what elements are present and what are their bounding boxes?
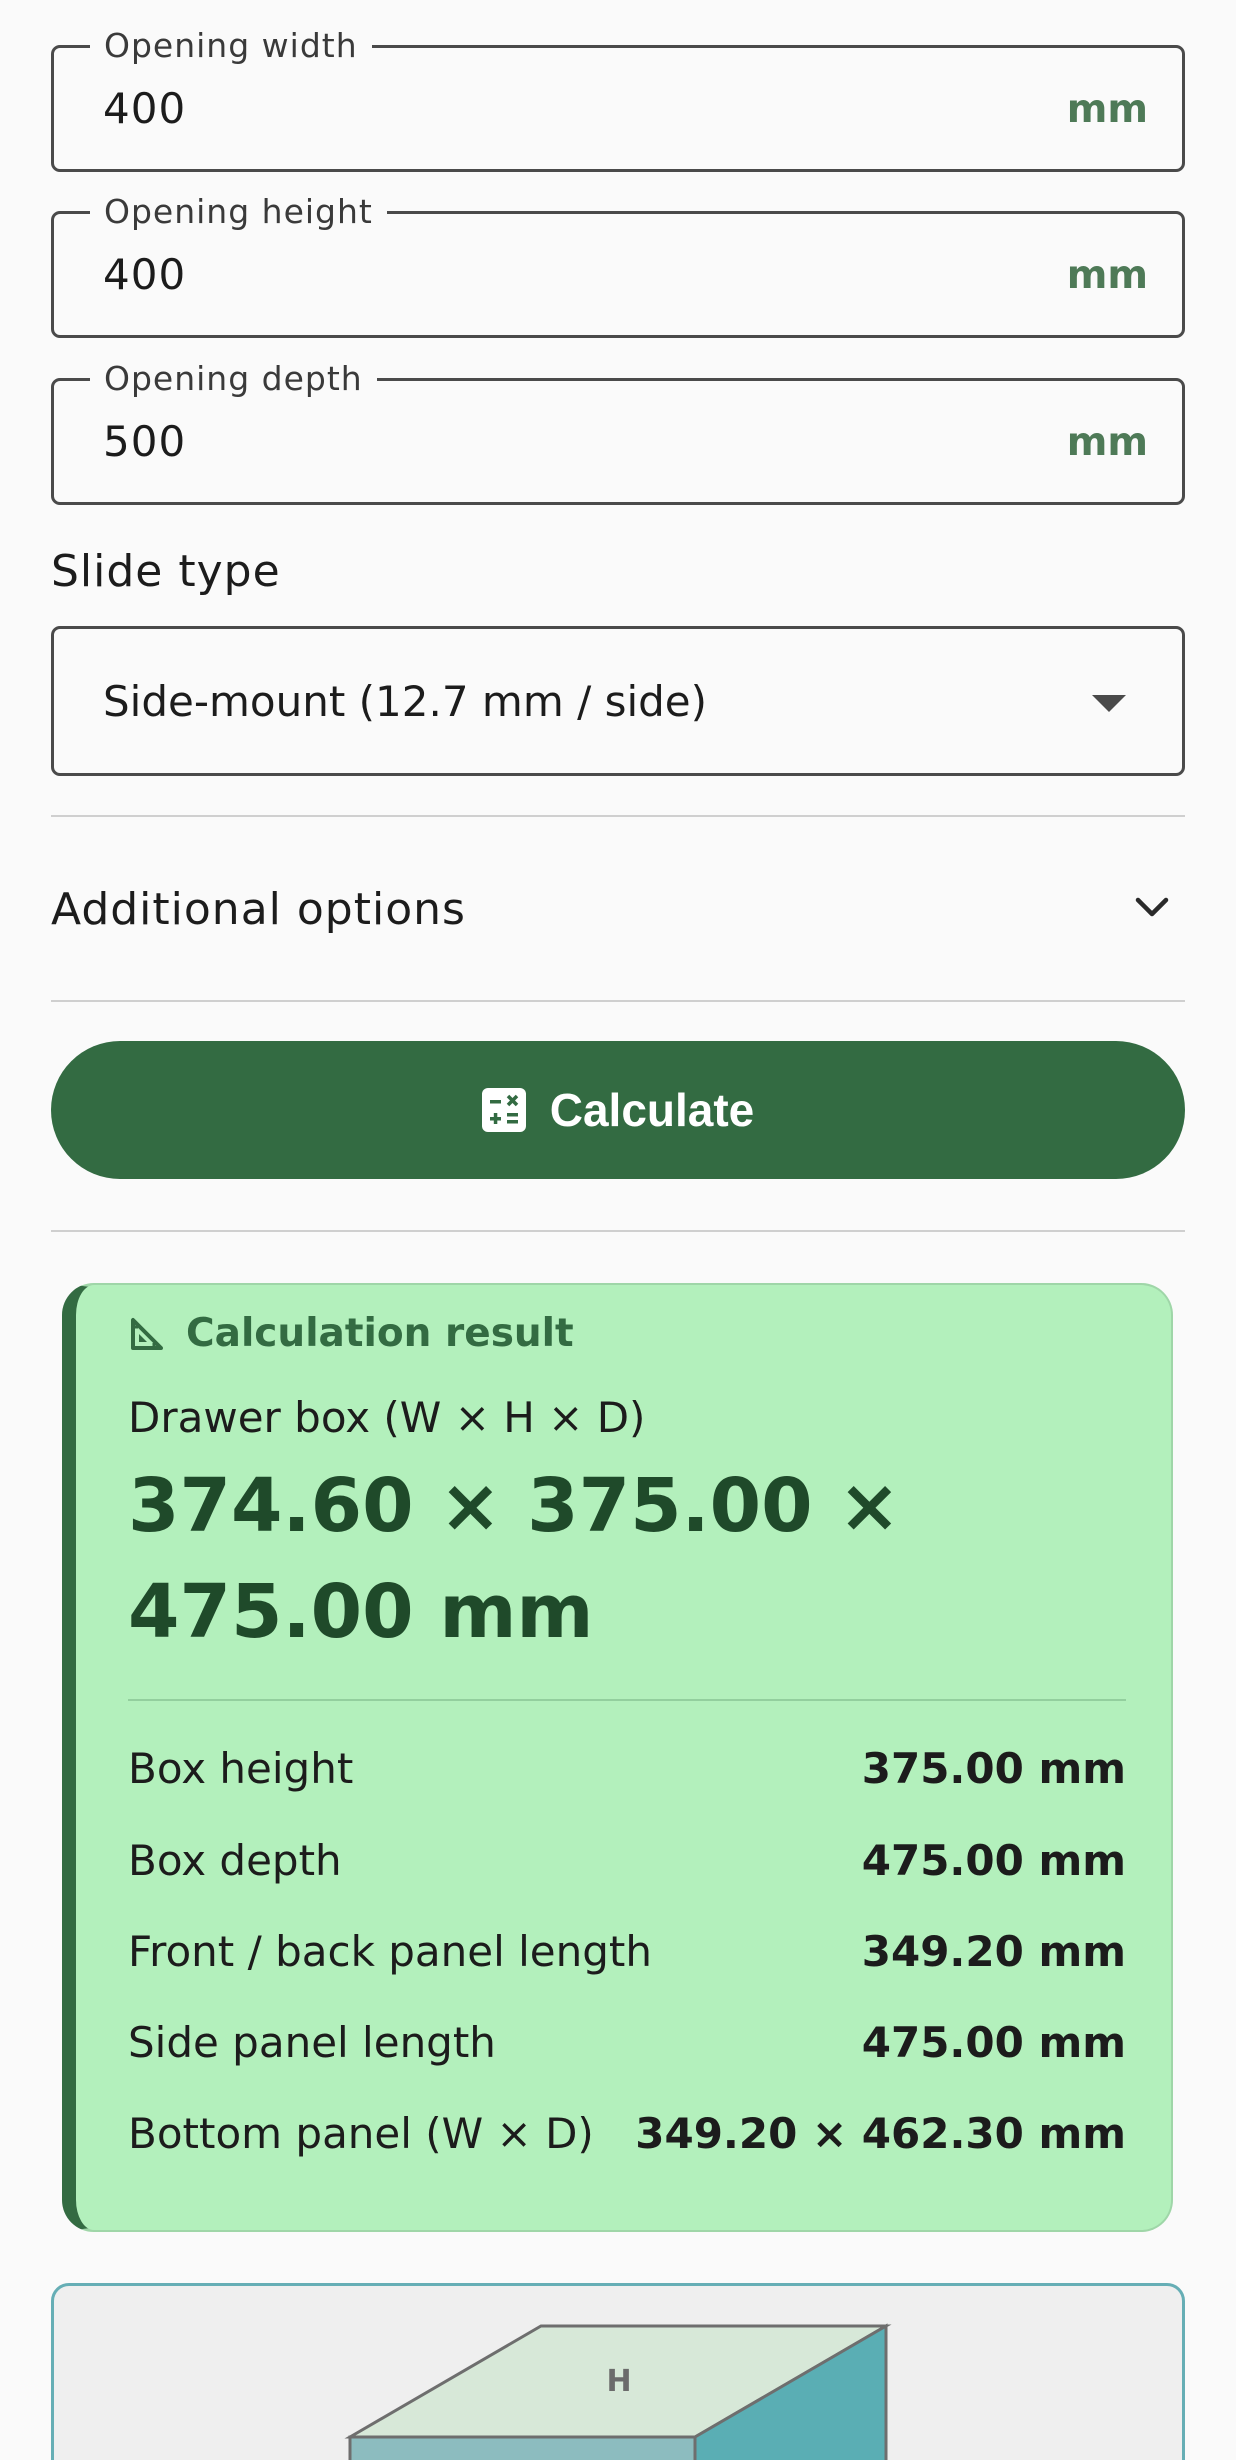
result-row-box-depth: Box depth 475.00 mm <box>128 1833 1126 1889</box>
slide-type-select[interactable]: Side-mount (12.7 mm / side) <box>51 626 1185 776</box>
divider <box>51 1230 1185 1232</box>
divider <box>51 1000 1185 1002</box>
result-divider <box>128 1699 1126 1701</box>
result-main-value: 374.60 × 375.00 × 475.00 mm <box>128 1463 901 1655</box>
row-label: Bottom panel (W × D) <box>128 2109 594 2158</box>
result-card: Calculation result Drawer box (W × H × D… <box>62 1283 1173 2232</box>
box-front-face <box>348 2435 697 2460</box>
calculate-button-label: Calculate <box>549 1084 755 1136</box>
chevron-down-icon <box>1135 897 1169 917</box>
row-value: 475.00 mm <box>861 1836 1126 1885</box>
row-value: 349.20 × 462.30 mm <box>635 2109 1126 2158</box>
set-square-icon <box>131 1317 163 1350</box>
opening-width-label: Opening width <box>90 28 372 64</box>
result-subtitle: Drawer box (W × H × D) <box>128 1393 646 1442</box>
result-row-front-back-panel: Front / back panel length 349.20 mm <box>128 1924 1126 1980</box>
additional-options-label: Additional options <box>51 884 466 935</box>
dropdown-caret-icon <box>1092 695 1126 712</box>
opening-width-unit: mm <box>1066 87 1148 132</box>
diagram-height-label: H <box>606 2364 631 2399</box>
row-label: Box depth <box>128 1836 342 1885</box>
drawer-diagram-card: H <box>51 2283 1185 2460</box>
opening-depth-unit: mm <box>1066 420 1148 465</box>
opening-width-value[interactable]: 400 <box>103 84 186 134</box>
row-label: Side panel length <box>128 2018 496 2067</box>
opening-height-unit: mm <box>1066 253 1148 298</box>
additional-options-expander[interactable]: Additional options <box>51 818 1185 1002</box>
calculate-button[interactable]: Calculate <box>51 1041 1185 1179</box>
opening-width-field[interactable]: Opening width 400 mm <box>51 28 1185 172</box>
row-value: 475.00 mm <box>861 2018 1126 2067</box>
result-row-box-height: Box height 375.00 mm <box>128 1741 1126 1797</box>
row-label: Box height <box>128 1744 354 1793</box>
opening-depth-field[interactable]: Opening depth 500 mm <box>51 361 1185 505</box>
opening-height-field[interactable]: Opening height 400 mm <box>51 194 1185 338</box>
opening-depth-value[interactable]: 500 <box>103 417 186 467</box>
result-title: Calculation result <box>186 1311 574 1356</box>
result-row-side-panel: Side panel length 475.00 mm <box>128 2015 1126 2071</box>
opening-depth-label: Opening depth <box>90 361 377 397</box>
opening-height-value[interactable]: 400 <box>103 250 186 300</box>
row-value: 349.20 mm <box>861 1927 1126 1976</box>
slide-type-selected-value: Side-mount (12.7 mm / side) <box>103 677 708 726</box>
divider <box>51 815 1185 817</box>
result-header: Calculation result <box>130 1311 574 1356</box>
slide-type-label: Slide type <box>51 546 281 597</box>
row-value: 375.00 mm <box>861 1744 1126 1793</box>
opening-height-label: Opening height <box>90 194 387 230</box>
result-row-bottom-panel: Bottom panel (W × D) 349.20 × 462.30 mm <box>128 2106 1126 2162</box>
calculator-icon <box>481 1088 526 1132</box>
drawer-box-diagram: H <box>344 2323 892 2460</box>
row-label: Front / back panel length <box>128 1927 652 1976</box>
